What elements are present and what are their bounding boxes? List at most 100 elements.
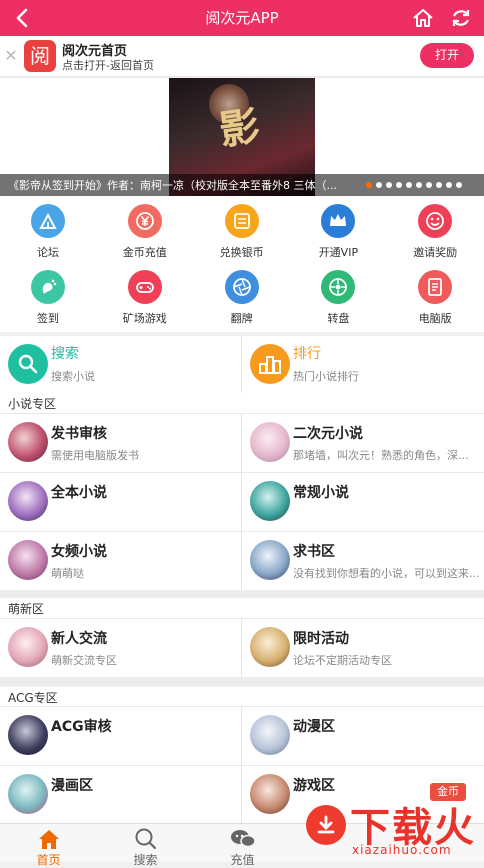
crown-icon — [321, 204, 356, 238]
aperture-icon — [224, 270, 259, 304]
forum-avatar — [250, 422, 290, 462]
home-icon — [36, 827, 62, 851]
tab-recharge[interactable]: 充值 — [194, 824, 291, 867]
divider — [241, 619, 242, 678]
feature-tent[interactable]: 论坛 — [0, 196, 96, 260]
forum-avatar — [250, 540, 290, 580]
forum-row: ACG审核 动漫区 — [0, 706, 484, 766]
search-entry[interactable]: 搜索 搜索小说 — [0, 336, 241, 393]
search-title: 搜索 — [51, 346, 79, 362]
feature-wheel[interactable]: 转盘 — [290, 262, 386, 326]
forum-name: 新人交流 — [51, 631, 107, 647]
home-button[interactable] — [412, 7, 434, 29]
feature-crown[interactable]: 开通VIP — [290, 196, 386, 260]
forum-name: 发书审核 — [51, 426, 107, 442]
forum-item[interactable]: 求书区 没有找到你想看的小说，可以到这来... — [242, 532, 483, 590]
carousel-dots — [366, 182, 462, 190]
foot-icon — [31, 270, 65, 304]
forum-desc: 没有找到你想看的小说，可以到这来... — [293, 567, 480, 580]
search-icon — [8, 344, 48, 384]
top-bar: 阅次元APP — [0, 0, 484, 36]
forum-desc: 论坛不定期活动专区 — [293, 654, 392, 667]
forum-item[interactable]: 新人交流 萌新交流专区 — [0, 619, 241, 677]
forum-item[interactable]: ACG审核 — [0, 707, 241, 765]
carousel-dot[interactable] — [366, 182, 372, 188]
forum-desc: 萌萌哒 — [51, 567, 84, 580]
feature-coin-yen[interactable]: 金币充值 — [97, 196, 193, 260]
feature-exchange[interactable]: 兑换银币 — [194, 196, 290, 260]
forum-desc: 需使用电脑版发书 — [51, 449, 139, 462]
carousel-dot[interactable] — [426, 182, 432, 188]
forum-avatar — [8, 422, 48, 462]
feature-aperture[interactable]: 翻牌 — [194, 262, 290, 326]
forum-item[interactable]: 动漫区 — [242, 707, 483, 765]
forum-row: 新人交流 萌新交流专区 限时活动 论坛不定期活动专区 — [0, 618, 484, 678]
carousel-dot[interactable] — [436, 182, 442, 188]
forum-item[interactable]: 限时活动 论坛不定期活动专区 — [242, 619, 483, 677]
carousel-dot[interactable] — [456, 182, 462, 188]
forum-desc: 萌新交流专区 — [51, 654, 117, 667]
section-gap — [0, 590, 484, 598]
forum-item[interactable]: 发书审核 需使用电脑版发书 — [0, 414, 241, 472]
forum-avatar — [250, 715, 290, 755]
app-open-bar: ✕ 阅 阅次元首页 点击打开-返回首页 打开 — [0, 36, 484, 77]
feature-label: 邀请奖励 — [413, 246, 458, 259]
tab-label: 充值 — [230, 853, 255, 867]
search-icon — [133, 827, 159, 851]
rank-subtitle: 热门小说排行 — [293, 370, 359, 383]
feature-smile[interactable]: 邀请奖励 — [387, 196, 483, 260]
feature-label: 矿场游戏 — [122, 312, 167, 325]
forum-avatar — [8, 715, 48, 755]
tab-label: 搜索 — [133, 853, 158, 867]
quick-nav: 搜索 搜索小说 排行 热门小说排行 — [0, 336, 484, 393]
carousel-dot[interactable] — [396, 182, 402, 188]
feature-document[interactable]: 电脑版 — [387, 262, 483, 326]
open-app-button[interactable]: 打开 — [420, 43, 474, 68]
carousel-dot[interactable] — [376, 182, 382, 188]
carousel-dot[interactable] — [416, 182, 422, 188]
carousel-dot[interactable] — [406, 182, 412, 188]
tab-home[interactable]: 首页 — [0, 824, 97, 867]
feature-foot[interactable]: 签到 — [0, 262, 96, 326]
forum-avatar — [8, 481, 48, 521]
rank-entry[interactable]: 排行 热门小说排行 — [242, 336, 483, 393]
forum-name: 女频小说 — [51, 544, 107, 560]
divider — [241, 766, 242, 824]
forum-name: 求书区 — [293, 544, 335, 560]
forum-row: 女频小说 萌萌哒 求书区 没有找到你想看的小说，可以到这来... — [0, 531, 484, 591]
close-icon[interactable]: ✕ — [4, 48, 18, 64]
feature-label: 开通VIP — [318, 246, 359, 259]
forum-name: 动漫区 — [293, 719, 335, 735]
feature-label: 转盘 — [327, 312, 350, 325]
divider — [241, 532, 242, 591]
forum-avatar — [250, 774, 290, 814]
forum-item[interactable]: 全本小说 — [0, 473, 241, 531]
feature-gamepad[interactable]: 矿场游戏 — [97, 262, 193, 326]
forum-avatar — [8, 774, 48, 814]
forum-name: ACG审核 — [51, 719, 112, 735]
forum-name: 全本小说 — [51, 485, 107, 501]
feature-label: 论坛 — [37, 246, 59, 259]
refresh-button[interactable] — [450, 7, 472, 29]
app-logo: 阅 — [24, 40, 56, 72]
tab-search[interactable]: 搜索 — [97, 824, 194, 867]
rank-title: 排行 — [293, 346, 321, 362]
coin-yen-icon — [127, 204, 162, 238]
forum-row: 全本小说 常规小说 — [0, 472, 484, 532]
tent-icon — [31, 204, 65, 238]
divider — [241, 473, 242, 532]
home-icon — [413, 9, 433, 27]
carousel-dot[interactable] — [386, 182, 392, 188]
forum-item[interactable]: 女频小说 萌萌哒 — [0, 532, 241, 590]
forum-avatar — [8, 627, 48, 667]
carousel-dot[interactable] — [446, 182, 452, 188]
feature-label: 电脑版 — [418, 312, 452, 325]
divider — [241, 414, 242, 473]
document-icon — [418, 270, 453, 304]
section-gap — [0, 677, 484, 685]
forum-item[interactable]: 二次元小说 那堵墙，叫次元！熟悉的角色，深... — [242, 414, 483, 472]
forum-row: 发书审核 需使用电脑版发书 二次元小说 那堵墙，叫次元！熟悉的角色，深... — [0, 413, 484, 473]
forum-name: 常规小说 — [293, 485, 349, 501]
forum-item[interactable]: 常规小说 — [242, 473, 483, 531]
forum-item[interactable]: 漫画区 — [0, 766, 241, 823]
